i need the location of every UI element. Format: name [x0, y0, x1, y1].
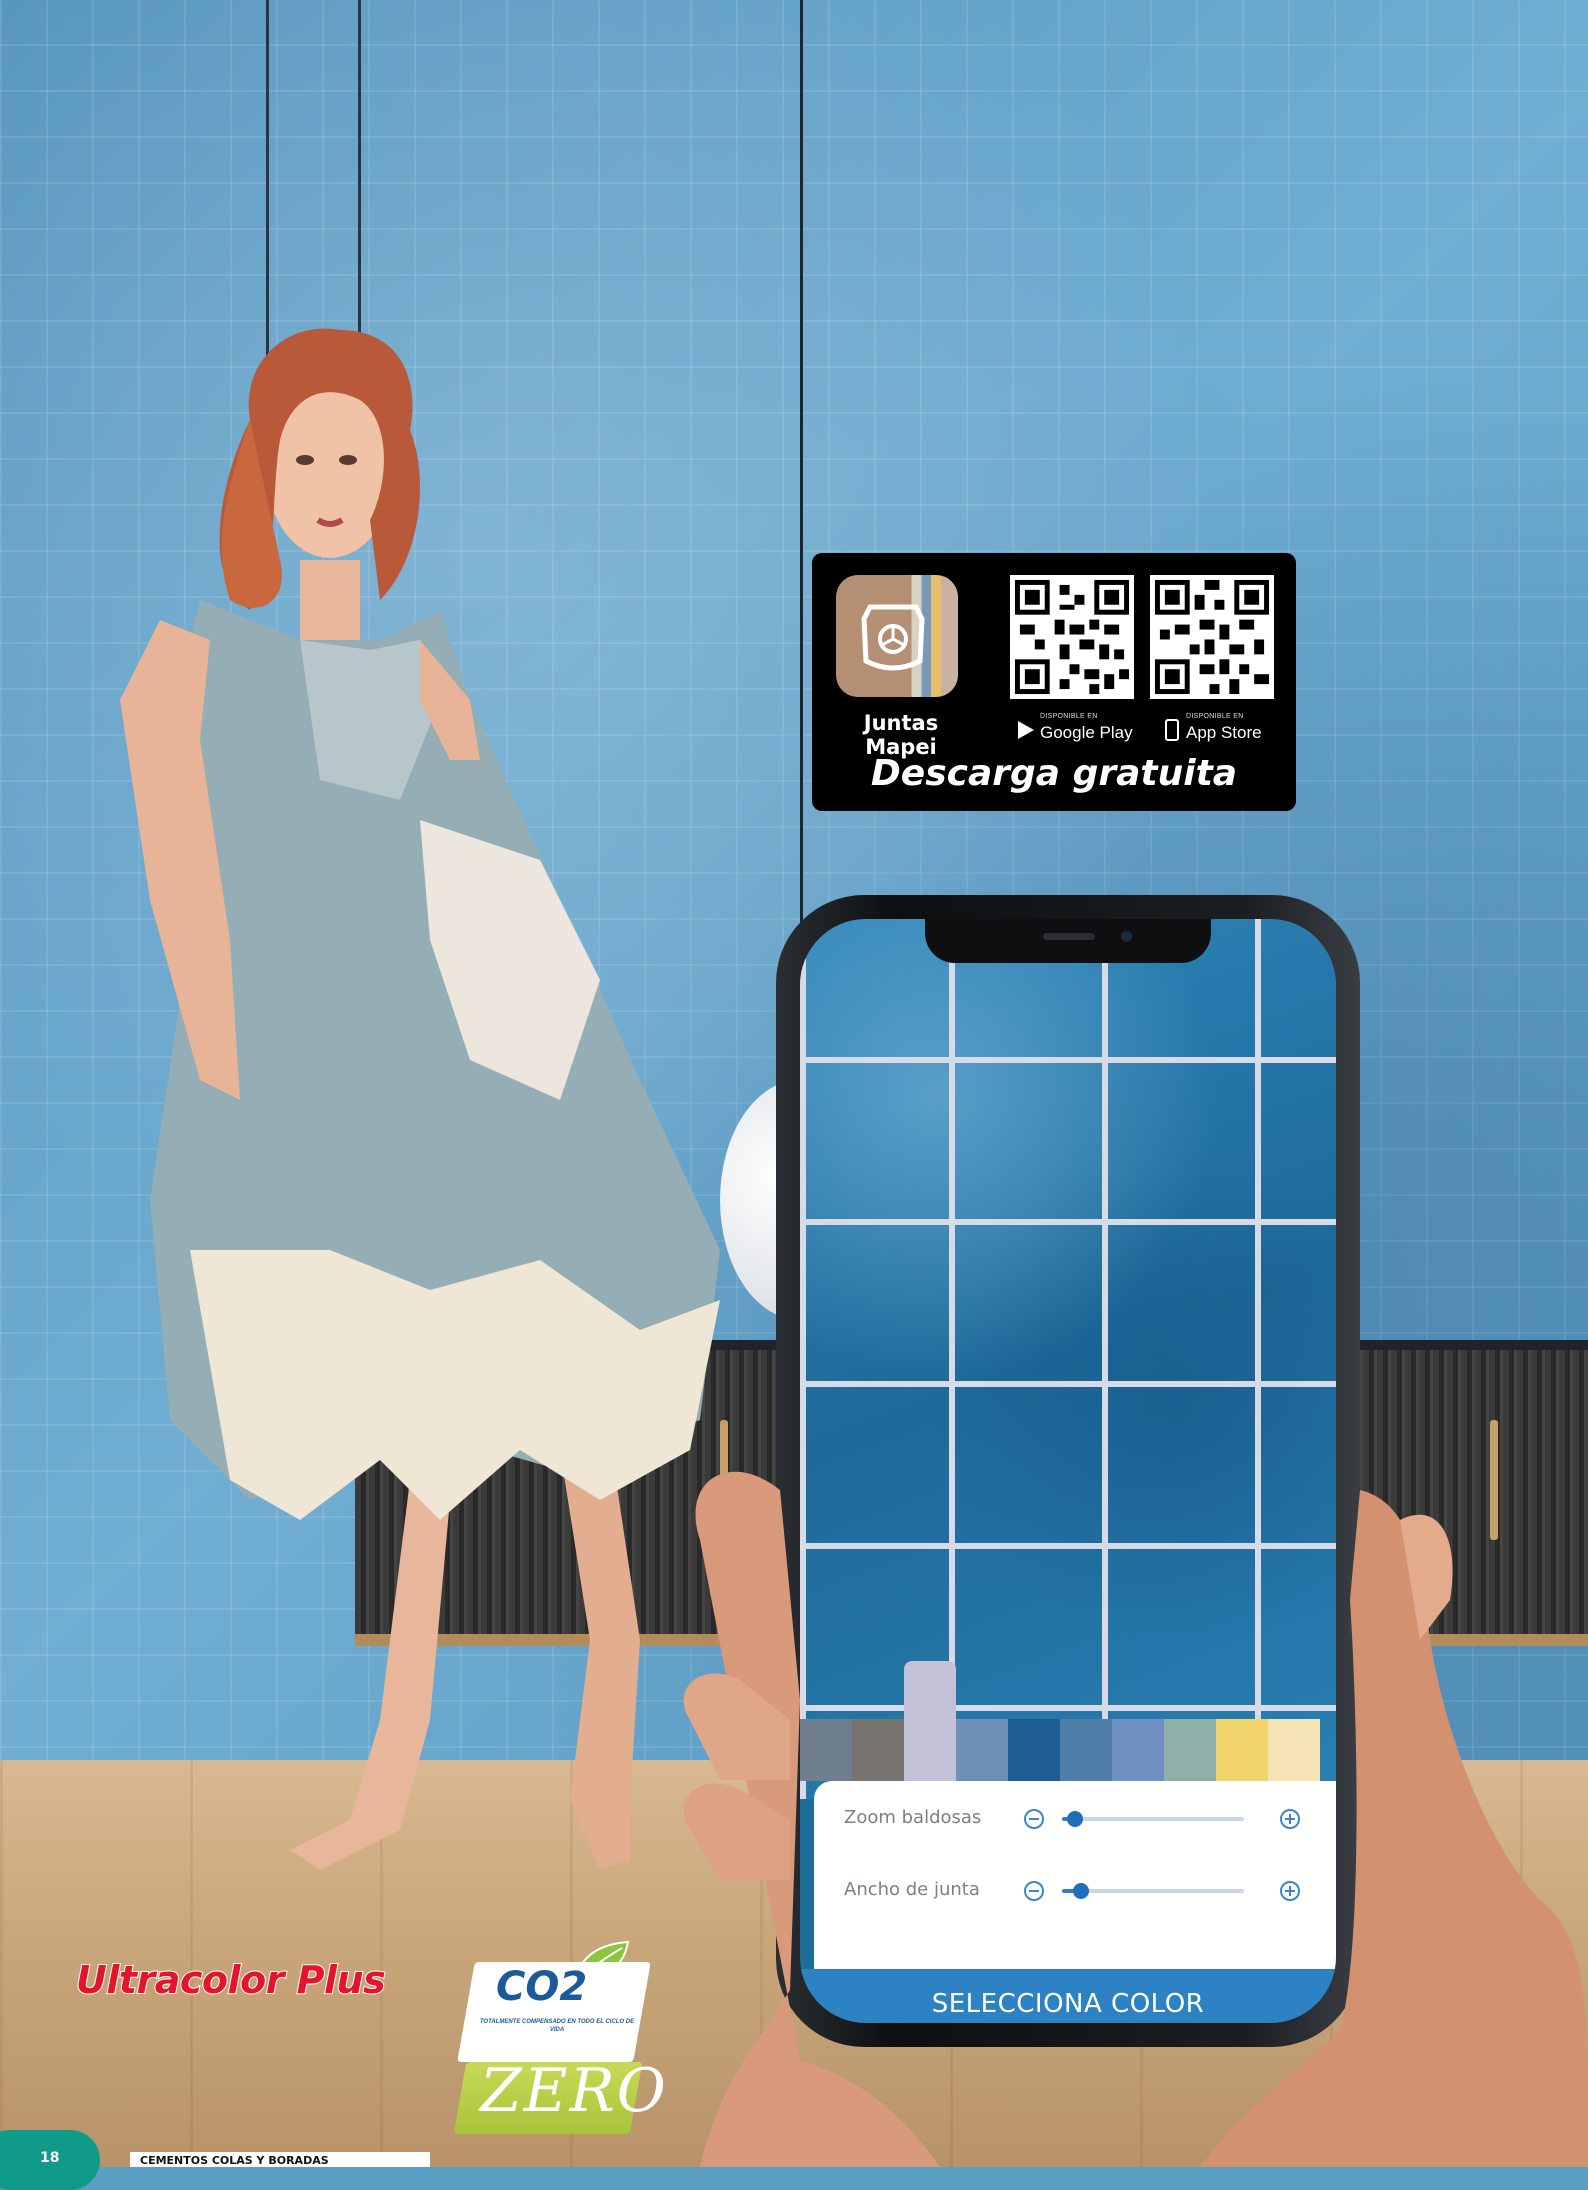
google-play-qr-code[interactable] — [1010, 575, 1134, 699]
color-swatch[interactable] — [1112, 1719, 1164, 1781]
app-download-card: Juntas Mapei DISPONIBLE EN Google Play D… — [812, 553, 1296, 811]
color-swatch[interactable] — [1216, 1719, 1268, 1781]
google-play-badge[interactable]: DISPONIBLE EN Google Play — [1016, 713, 1152, 745]
bucket-icon — [861, 604, 925, 671]
co2-zero-badge: CO2 TOTALMENTE COMPENSADO EN TODO EL CIC… — [453, 1940, 666, 2136]
zoom-slider-thumb[interactable] — [1067, 1811, 1084, 1827]
app-store-label: App Store — [1186, 723, 1262, 742]
product-name: Ultracolor Plus — [75, 1957, 387, 2003]
phone-screen: Zoom baldosas Ancho de junta SELECCIONA … — [800, 919, 1336, 2023]
google-play-label: Google Play — [1040, 723, 1133, 742]
app-store-small-label: DISPONIBLE EN — [1186, 713, 1244, 720]
section-title-bar: CEMENTOS COLAS Y BORADAS — [130, 2152, 430, 2167]
color-swatch[interactable] — [1008, 1719, 1060, 1781]
cabinet-handle — [1490, 1420, 1498, 1540]
co2-label: CO2 — [496, 1964, 588, 2010]
zero-label: ZERO — [480, 2056, 668, 2126]
page-number: 18 — [40, 2150, 60, 2166]
joint-width-increase-button[interactable] — [1280, 1881, 1300, 1901]
color-swatch[interactable] — [852, 1719, 904, 1781]
select-color-label: SELECCIONA COLOR — [931, 1989, 1205, 2019]
co2-subtext: TOTALMENTE COMPENSADO EN TODO EL CICLO D… — [479, 2019, 635, 2033]
app-store-qr-code[interactable] — [1150, 575, 1274, 699]
app-store-badge[interactable]: DISPONIBLE EN App Store — [1162, 713, 1298, 745]
zoom-out-button[interactable] — [1024, 1809, 1044, 1829]
woman-figure — [120, 328, 720, 1870]
joint-width-label: Ancho de junta — [844, 1879, 980, 1900]
zoom-label: Zoom baldosas — [844, 1807, 982, 1828]
color-swatch-strip — [800, 919, 1336, 1781]
google-play-icon — [1018, 721, 1034, 739]
select-color-button[interactable]: SELECCIONA COLOR — [800, 1969, 1336, 2023]
controls-panel: Zoom baldosas Ancho de junta — [814, 1781, 1336, 1969]
zoom-slider[interactable] — [1062, 1811, 1244, 1827]
juntas-mapei-app-icon[interactable] — [836, 575, 958, 697]
joint-width-slider[interactable] — [1062, 1883, 1244, 1899]
color-swatch[interactable] — [956, 1719, 1008, 1781]
color-swatch[interactable] — [1268, 1719, 1320, 1781]
google-play-small-label: DISPONIBLE EN — [1040, 713, 1098, 720]
section-title: CEMENTOS COLAS Y BORADAS — [140, 2154, 329, 2167]
joint-width-row: Ancho de junta — [814, 1867, 1336, 1917]
smartphone: Zoom baldosas Ancho de junta SELECCIONA … — [776, 895, 1360, 2047]
joint-width-slider-thumb[interactable] — [1072, 1883, 1089, 1899]
color-swatch[interactable] — [1164, 1719, 1216, 1781]
app-name: Juntas Mapei — [863, 711, 939, 759]
color-swatch-selected[interactable] — [904, 1661, 956, 1781]
color-swatch[interactable] — [800, 1719, 852, 1781]
zoom-in-button[interactable] — [1280, 1809, 1300, 1829]
phone-icon — [1165, 719, 1179, 741]
joint-width-decrease-button[interactable] — [1024, 1881, 1044, 1901]
color-swatch[interactable] — [1060, 1719, 1112, 1781]
free-download-tagline: Descarga gratuita — [870, 753, 1238, 794]
zoom-row: Zoom baldosas — [814, 1795, 1336, 1845]
